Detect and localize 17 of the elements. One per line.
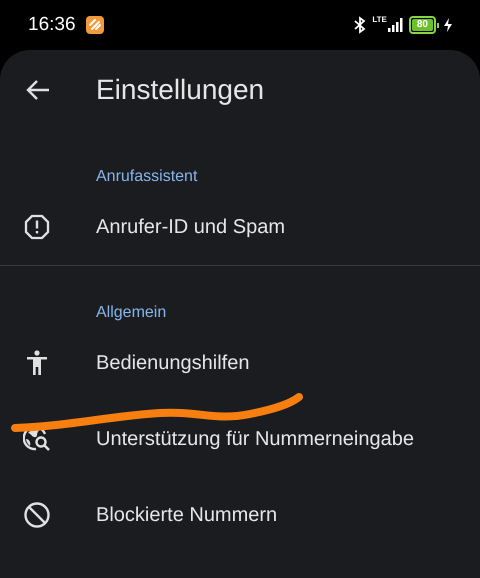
page-title: Einstellungen xyxy=(96,74,264,106)
settings-item[interactable]: Bedienungshilfen xyxy=(0,325,480,401)
charging-icon xyxy=(444,18,452,32)
clock: 16:36 xyxy=(28,14,76,36)
block-icon xyxy=(23,501,51,529)
section-header: Allgemein xyxy=(95,303,168,323)
app-notification-icon xyxy=(86,16,104,34)
signal-icon xyxy=(388,18,404,32)
settings-item[interactable]: Blockierte Nummern xyxy=(0,477,480,553)
bluetooth-icon xyxy=(353,16,368,34)
section-header: Anrufassistent xyxy=(95,167,198,187)
network-type: LTE xyxy=(372,14,387,24)
accessibility-icon xyxy=(26,350,48,376)
battery-icon: 80 xyxy=(408,16,439,34)
settings-item[interactable]: Anrufer-ID und Spam xyxy=(0,189,480,265)
alert-octagon-icon xyxy=(24,214,50,240)
settings-item[interactable]: Unterstützung für Nummerneingabe xyxy=(0,401,480,477)
